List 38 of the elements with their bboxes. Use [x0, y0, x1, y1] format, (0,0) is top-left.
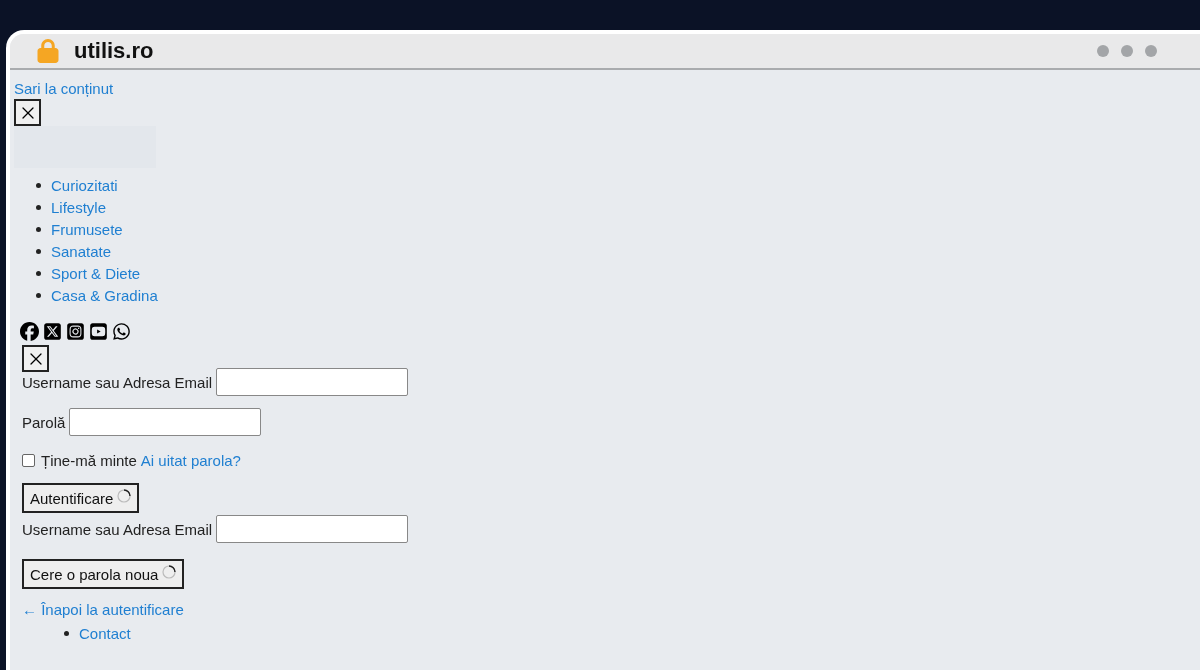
- password-field[interactable]: [69, 408, 262, 436]
- bullet-icon: [36, 292, 41, 298]
- bullet-icon: [36, 182, 41, 188]
- reset-password-button[interactable]: Cere o parola noua: [22, 559, 185, 589]
- close-button[interactable]: [22, 345, 49, 372]
- youtube-icon[interactable]: [89, 322, 108, 341]
- bullet-icon: [36, 270, 41, 276]
- bullet-icon: [36, 248, 41, 254]
- back-to-login-link[interactable]: ← Înapoi la autentificare: [22, 601, 184, 618]
- menu-link[interactable]: Curiozitati: [51, 176, 118, 194]
- contact-link[interactable]: Contact: [79, 624, 131, 642]
- instagram-icon[interactable]: [66, 322, 85, 341]
- domain-label: utilis.ro: [74, 38, 155, 64]
- remember-label: Ține-mă minte: [41, 452, 137, 469]
- lock-icon: [36, 39, 60, 63]
- skip-link[interactable]: Sari la conținut: [14, 80, 114, 97]
- spinner-icon: [162, 565, 177, 579]
- password-label: Parolă: [22, 413, 66, 431]
- username-field[interactable]: [216, 368, 409, 396]
- bullet-icon: [36, 226, 41, 232]
- close-button[interactable]: [14, 99, 41, 126]
- facebook-icon[interactable]: [20, 322, 39, 341]
- whatsapp-icon[interactable]: [112, 322, 131, 341]
- username-label: Username sau Adresa Email: [22, 373, 213, 391]
- spinner-icon: [117, 489, 132, 503]
- x-icon[interactable]: [43, 322, 62, 341]
- username-label: Username sau Adresa Email: [22, 520, 213, 538]
- username-field[interactable]: [216, 515, 409, 543]
- remember-checkbox[interactable]: [22, 454, 35, 467]
- menu-link[interactable]: Casa & Gradina: [51, 286, 158, 304]
- menu-link[interactable]: Lifestyle: [51, 198, 107, 216]
- forgot-password-link[interactable]: Ai uitat parola?: [140, 452, 241, 469]
- bullet-icon: [64, 630, 69, 636]
- login-button[interactable]: Autentificare: [22, 483, 140, 513]
- menu-link[interactable]: Sanatate: [51, 242, 112, 260]
- bullet-icon: [36, 204, 41, 210]
- menu-link[interactable]: Sport & Diete: [51, 264, 141, 282]
- menu-link[interactable]: Frumusete: [51, 220, 123, 238]
